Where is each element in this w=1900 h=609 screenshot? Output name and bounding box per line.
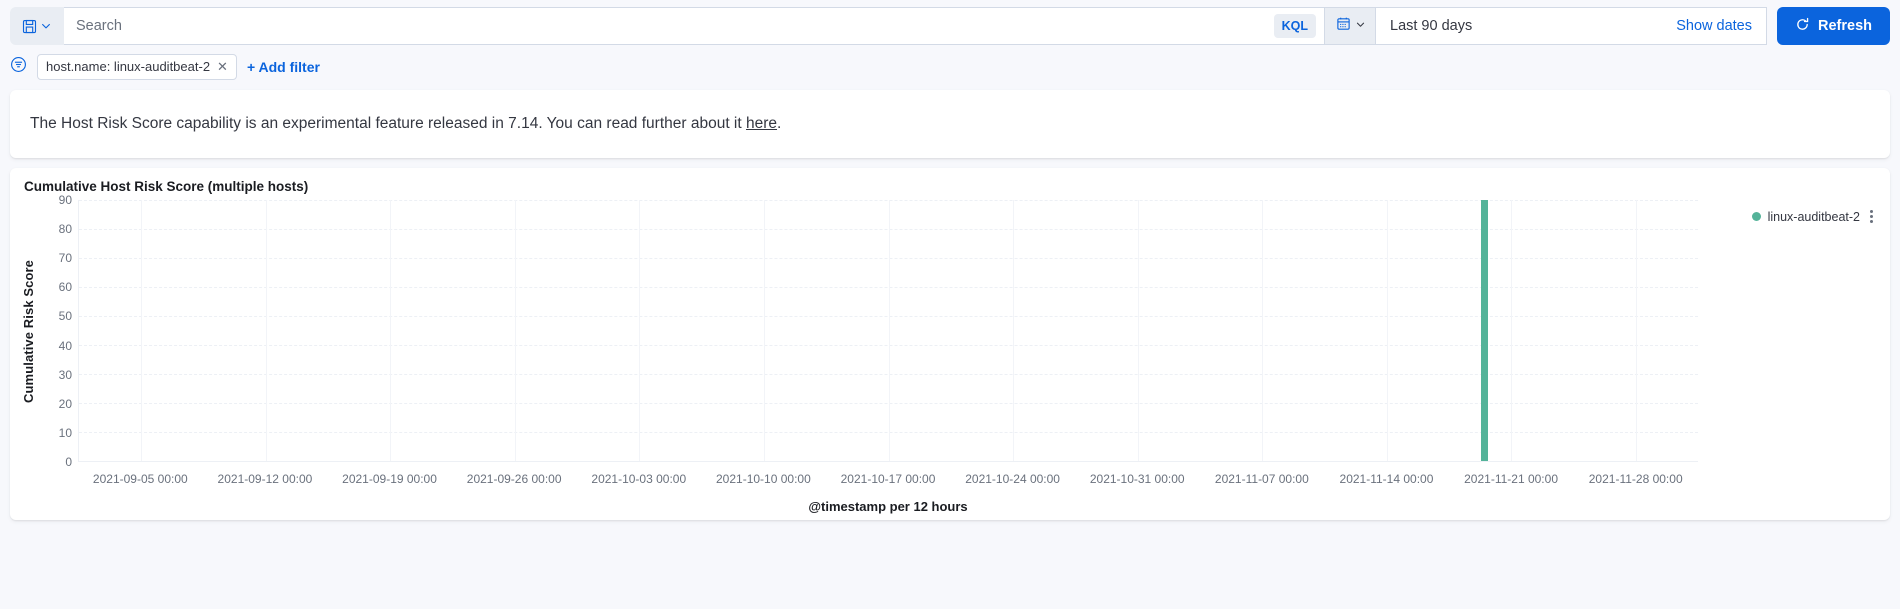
x-axis-tick-label: 2021-09-19 00:00 bbox=[342, 472, 437, 486]
close-icon[interactable]: ✕ bbox=[216, 59, 228, 76]
experimental-feature-callout: The Host Risk Score capability is an exp… bbox=[10, 90, 1890, 158]
y-axis-tick-label: 20 bbox=[58, 396, 72, 411]
x-gridline bbox=[1386, 200, 1388, 461]
y-axis-tick-label: 70 bbox=[58, 251, 72, 266]
x-axis-label: @timestamp per 12 hours bbox=[808, 499, 968, 514]
callout-text: The Host Risk Score capability is an exp… bbox=[30, 112, 781, 135]
x-axis-tick-label: 2021-10-24 00:00 bbox=[965, 472, 1060, 486]
callout-text-after: . bbox=[777, 115, 782, 133]
filter-pill-label: host.name: linux-auditbeat-2 bbox=[46, 58, 211, 74]
callout-here-link[interactable]: here bbox=[746, 115, 777, 132]
x-gridline bbox=[1635, 200, 1637, 461]
search-field-wrapper[interactable]: KQL bbox=[64, 7, 1325, 45]
date-range-picker[interactable]: Last 90 days Show dates bbox=[1325, 7, 1767, 45]
y-axis-ticks: 0 10 20 30 40 50 60 70 80 90 bbox=[38, 193, 72, 469]
plot-area bbox=[78, 200, 1698, 462]
filter-pill-host-name[interactable]: host.name: linux-auditbeat-2 ✕ bbox=[37, 53, 237, 81]
x-axis-tick-label: 2021-09-26 00:00 bbox=[466, 472, 562, 486]
x-gridline bbox=[514, 200, 516, 461]
x-gridline bbox=[1137, 200, 1139, 461]
x-gridline bbox=[1013, 200, 1015, 461]
x-gridline bbox=[639, 200, 641, 461]
x-gridline bbox=[763, 200, 765, 461]
refresh-label: Refresh bbox=[1818, 18, 1872, 34]
y-axis-tick-label: 10 bbox=[58, 425, 72, 440]
calendar-icon bbox=[1336, 16, 1351, 36]
x-axis-tick-label: 2021-11-21 00:00 bbox=[1464, 472, 1558, 486]
x-axis-tick-label: 2021-10-10 00:00 bbox=[716, 472, 811, 486]
query-bar: KQL Last 90 days Show dates bbox=[0, 0, 1900, 52]
legend-color-swatch bbox=[1751, 212, 1761, 221]
y-axis-tick-label: 30 bbox=[58, 367, 72, 382]
chart-bar[interactable] bbox=[1481, 200, 1488, 461]
chart-title: Cumulative Host Risk Score (multiple hos… bbox=[24, 179, 309, 194]
cumulative-host-risk-score-panel: Cumulative Host Risk Score (multiple hos… bbox=[10, 168, 1890, 520]
filter-bar: host.name: linux-auditbeat-2 ✕ + Add fil… bbox=[0, 52, 1900, 90]
x-axis-tick-label: 2021-11-28 00:00 bbox=[1588, 472, 1683, 486]
refresh-button[interactable]: Refresh bbox=[1777, 7, 1890, 45]
date-range-value[interactable]: Last 90 days bbox=[1376, 18, 1662, 34]
x-gridline bbox=[1511, 200, 1513, 461]
legend-item-label[interactable]: linux-auditbeat-2 bbox=[1768, 210, 1860, 224]
filter-options-icon[interactable] bbox=[10, 56, 27, 78]
y-gridline bbox=[79, 461, 1698, 462]
y-axis-tick-label: 50 bbox=[58, 309, 72, 324]
chevron-down-icon bbox=[40, 20, 52, 32]
show-dates-button[interactable]: Show dates bbox=[1662, 18, 1766, 34]
chart-body: Cumulative Risk Score 0 10 20 30 40 50 60 70 80 9… bbox=[10, 193, 1890, 520]
x-gridline bbox=[1262, 200, 1264, 461]
x-axis-tick-label: 2021-10-31 00:00 bbox=[1089, 472, 1185, 486]
kql-language-button[interactable]: KQL bbox=[1273, 14, 1316, 38]
save-floppy-icon bbox=[22, 19, 37, 34]
x-axis-tick-label: 2021-11-07 00:00 bbox=[1214, 472, 1309, 486]
x-axis-tick-label: 2021-11-14 00:00 bbox=[1339, 472, 1434, 486]
search-input[interactable] bbox=[76, 18, 1268, 34]
x-axis-tick-label: 2021-10-03 00:00 bbox=[591, 472, 687, 486]
x-axis-tick-label: 2021-10-17 00:00 bbox=[840, 472, 936, 486]
add-filter-button[interactable]: + Add filter bbox=[247, 59, 320, 75]
x-gridline bbox=[888, 200, 890, 461]
more-vertical-icon[interactable] bbox=[1867, 208, 1876, 225]
y-axis-tick-label: 80 bbox=[58, 222, 72, 237]
y-axis-tick-label: 60 bbox=[58, 280, 72, 295]
chevron-down-icon bbox=[1355, 17, 1366, 35]
refresh-icon bbox=[1795, 17, 1810, 36]
date-quick-select-button[interactable] bbox=[1325, 8, 1376, 44]
callout-text-before: The Host Risk Score capability is an exp… bbox=[30, 115, 746, 133]
chart-legend: linux-auditbeat-2 bbox=[1751, 208, 1876, 225]
y-axis-tick-label: 90 bbox=[58, 193, 72, 207]
x-axis-tick-label: 2021-09-12 00:00 bbox=[217, 472, 313, 486]
saved-query-menu-button[interactable] bbox=[10, 7, 64, 45]
x-gridline bbox=[265, 200, 267, 461]
x-axis-tick-label: 2021-09-05 00:00 bbox=[92, 472, 188, 486]
y-axis-label: Cumulative Risk Score bbox=[20, 259, 36, 403]
y-axis-tick-label: 0 bbox=[65, 455, 72, 469]
x-gridline bbox=[390, 200, 392, 461]
x-gridline bbox=[141, 200, 143, 461]
y-axis-tick-label: 40 bbox=[58, 338, 72, 353]
